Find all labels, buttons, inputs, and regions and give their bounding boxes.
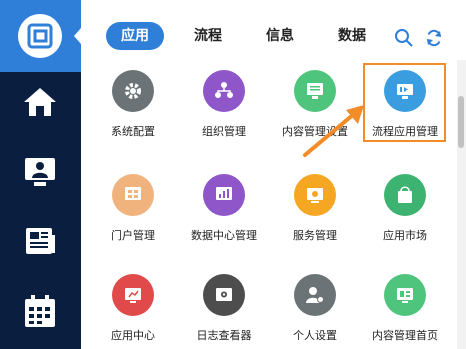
app-personal-settings[interactable]: 个人设置	[270, 264, 360, 344]
app-label: 内容管理首页	[372, 329, 438, 342]
home-icon[interactable]	[22, 86, 58, 122]
app-system-config[interactable]: 系统配置	[88, 60, 178, 140]
tab-bar: 应用 流程 信息 数据	[96, 20, 456, 54]
pointer-arrow-icon	[303, 105, 364, 157]
sidebar-logo-area[interactable]	[0, 0, 81, 72]
app-org-management[interactable]: 组织管理	[179, 60, 269, 140]
app-log-viewer[interactable]: 日志查看器	[179, 264, 269, 344]
person-settings-icon	[294, 274, 336, 316]
app-label: 组织管理	[202, 125, 246, 138]
gear-icon	[112, 70, 154, 112]
app-label: 应用市场	[383, 229, 427, 242]
scrollbar-thumb[interactable]	[458, 96, 464, 148]
app-portal-management[interactable]: 门户管理	[88, 164, 178, 244]
app-label: 个人设置	[293, 329, 337, 342]
app-data-center[interactable]: 数据中心管理	[179, 164, 269, 244]
highlight-box	[363, 63, 446, 142]
shopping-bag-icon	[384, 174, 426, 216]
app-label: 服务管理	[293, 229, 337, 242]
tab-data[interactable]: 数据	[328, 22, 376, 50]
org-icon	[203, 70, 245, 112]
app-label: 门户管理	[111, 229, 155, 242]
data-center-icon	[203, 174, 245, 216]
tab-info[interactable]: 信息	[256, 22, 304, 50]
app-label: 应用中心	[111, 329, 155, 342]
service-icon	[294, 174, 336, 216]
app-content-home[interactable]: 内容管理首页	[360, 264, 450, 344]
search-icon[interactable]	[394, 28, 414, 52]
app-center-icon	[112, 274, 154, 316]
tab-workflow[interactable]: 流程	[184, 22, 232, 50]
content-home-icon	[384, 274, 426, 316]
app-service-management[interactable]: 服务管理	[270, 164, 360, 244]
sidebar-active-notch	[74, 28, 81, 44]
app-market[interactable]: 应用市场	[360, 164, 450, 244]
tab-apps[interactable]: 应用	[106, 22, 164, 50]
newspaper-icon[interactable]	[22, 225, 58, 261]
app-label: 系统配置	[111, 125, 155, 138]
user-monitor-icon[interactable]	[22, 155, 58, 193]
app-app-center[interactable]: 应用中心	[88, 264, 178, 344]
sidebar	[0, 0, 81, 349]
log-icon	[203, 274, 245, 316]
logo-icon[interactable]	[18, 14, 62, 58]
calendar-icon[interactable]	[22, 294, 58, 334]
app-label: 数据中心管理	[191, 229, 257, 242]
portal-icon	[112, 174, 154, 216]
refresh-icon[interactable]	[424, 28, 444, 52]
app-label: 日志查看器	[196, 329, 252, 342]
